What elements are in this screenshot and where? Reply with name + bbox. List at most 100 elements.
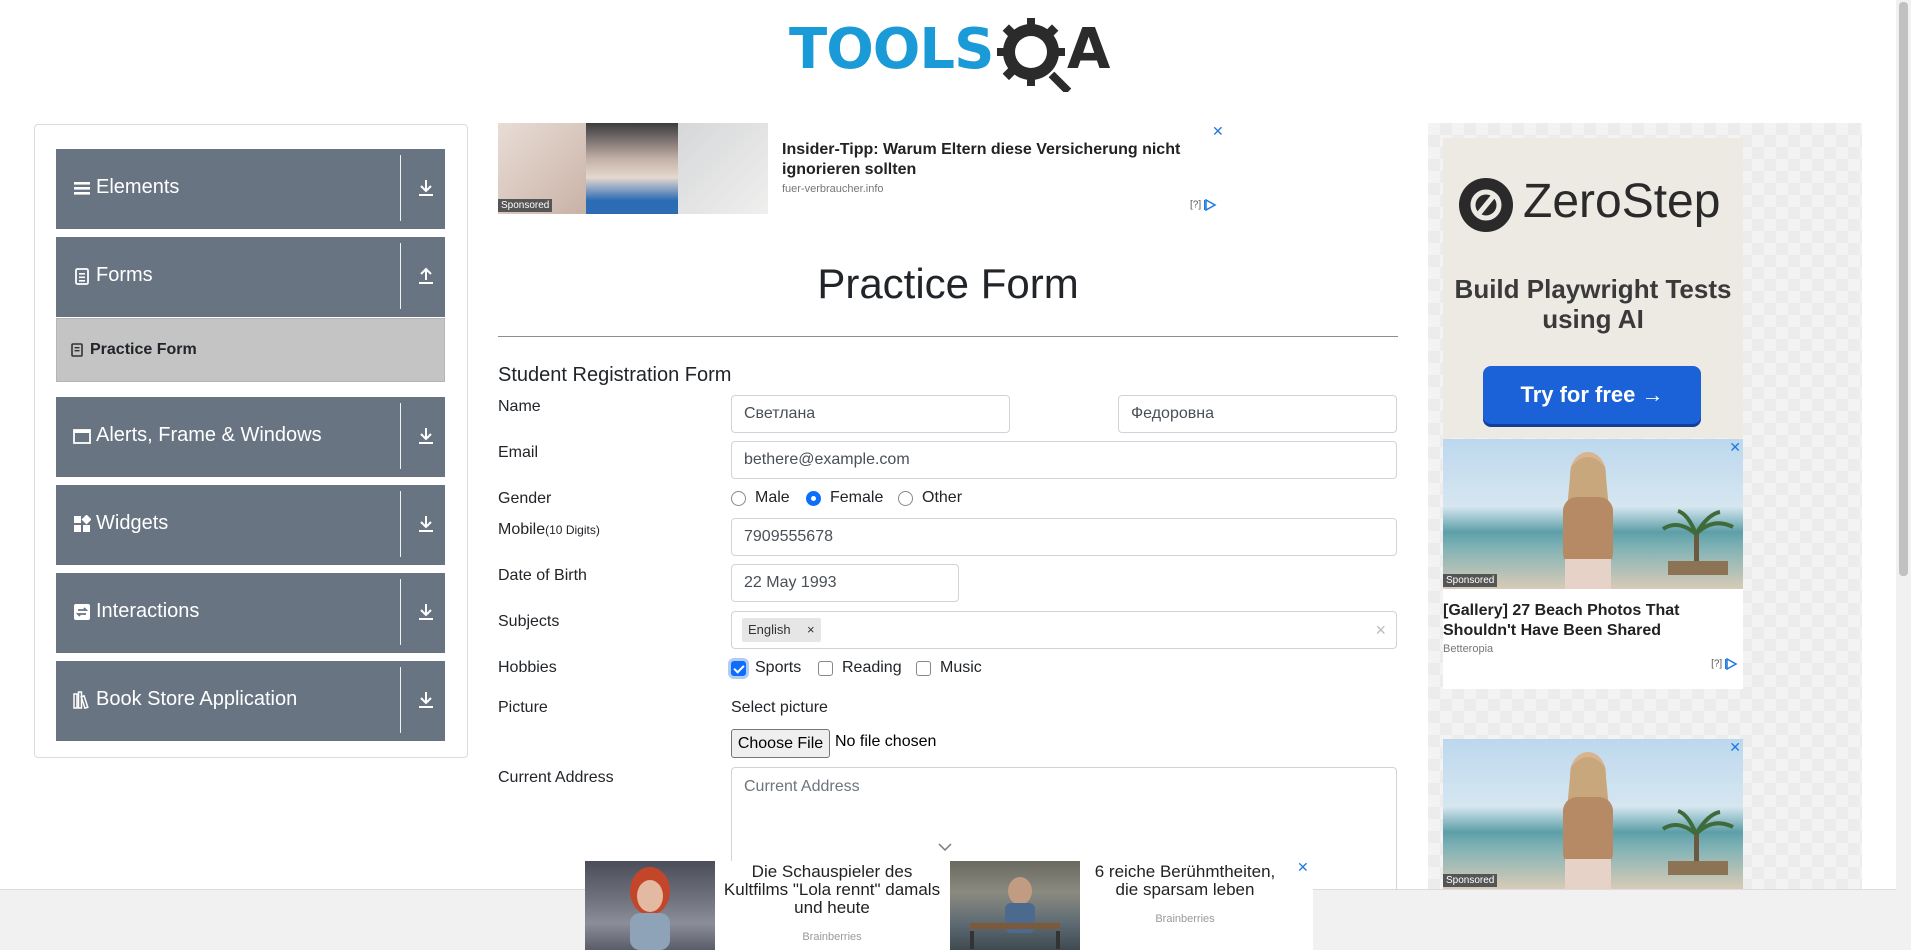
sidebar-group-elements[interactable]: Elements xyxy=(56,149,445,229)
download-icon[interactable] xyxy=(417,602,435,622)
divider xyxy=(400,491,401,557)
gender-label-male[interactable]: Male xyxy=(755,489,790,507)
select-picture-label: Select picture xyxy=(731,699,828,716)
ad-image-tile xyxy=(678,123,768,214)
divider xyxy=(400,155,401,221)
beach-ad-1[interactable]: Sponsored ✕ [Gallery] 27 Beach Photos Th… xyxy=(1443,439,1743,689)
hobby-checkbox-reading[interactable] xyxy=(818,661,833,676)
gender-label-female[interactable]: Female xyxy=(830,489,883,507)
email-label: Email xyxy=(498,444,539,461)
download-icon[interactable] xyxy=(417,178,435,198)
interactions-icon xyxy=(74,604,90,620)
ad-info[interactable]: [?] xyxy=(1711,657,1741,671)
subjects-input[interactable]: English × × xyxy=(731,611,1397,649)
divider xyxy=(400,403,401,469)
divider xyxy=(498,336,1398,337)
document-icon xyxy=(75,268,89,285)
email-input[interactable]: bethere@example.com xyxy=(731,441,1397,479)
download-icon[interactable] xyxy=(417,690,435,710)
chevron-down-icon xyxy=(938,843,952,852)
sidebar-group-book-store[interactable]: Book Store Application xyxy=(56,661,445,741)
scrollbar-thumb[interactable] xyxy=(1899,2,1908,576)
sidebar-item-practice-form[interactable]: Practice Form xyxy=(56,318,445,382)
hobby-label-music[interactable]: Music xyxy=(940,659,982,677)
zerostep-ad[interactable]: ZeroStep Build Playwright Tests using AI… xyxy=(1443,138,1743,438)
bottom-ad-image-2[interactable] xyxy=(950,861,1080,950)
ad-info[interactable]: [?] xyxy=(1190,198,1220,212)
gear-magnifier-icon xyxy=(997,18,1072,92)
sponsored-badge: Sponsored xyxy=(1443,574,1498,587)
form-heading: Student Registration Form xyxy=(498,364,732,386)
sidebar-group-label: Forms xyxy=(96,264,153,286)
remove-chip-icon[interactable]: × xyxy=(807,618,815,642)
dob-input[interactable]: 22 May 1993 xyxy=(731,564,959,602)
beach-ad-2[interactable]: Sponsored ✕ xyxy=(1443,739,1743,889)
bottom-ad-title-1[interactable]: Die Schauspieler des Kultfilms "Lola ren… xyxy=(722,863,942,917)
close-icon[interactable]: ✕ xyxy=(1297,859,1309,876)
close-icon[interactable]: ✕ xyxy=(1729,739,1741,756)
gender-label-other[interactable]: Other xyxy=(922,489,962,507)
subject-chip: English × xyxy=(742,618,821,642)
person-figure xyxy=(1563,452,1613,589)
bottom-ad-title-2[interactable]: 6 reiche Berühmtheiten, die sparsam lebe… xyxy=(1085,863,1285,899)
bottom-ad-image-1[interactable] xyxy=(585,861,715,950)
gender-radio-female[interactable] xyxy=(806,491,821,506)
window-icon xyxy=(73,429,91,444)
ad-title[interactable]: Insider-Tipp: Warum Eltern diese Versich… xyxy=(782,140,1202,180)
picture-label: Picture xyxy=(498,699,548,716)
sidebar-group-label: Alerts, Frame & Windows xyxy=(96,424,322,446)
beach-ad-image[interactable]: Sponsored ✕ xyxy=(1443,439,1743,589)
ad-image-tile xyxy=(586,123,678,214)
zerostep-logo-mark xyxy=(1470,189,1502,221)
name-label: Name xyxy=(498,398,541,415)
mobile-input[interactable]: 7909555678 xyxy=(731,518,1397,556)
no-file-text: No file chosen xyxy=(835,733,937,750)
sidebar-group-forms[interactable]: Forms xyxy=(56,237,445,317)
zerostep-tagline: Build Playwright Tests using AI xyxy=(1454,274,1732,334)
widgets-icon xyxy=(74,515,91,532)
hobby-label-reading[interactable]: Reading xyxy=(842,659,902,677)
bottom-ad[interactable]: Die Schauspieler des Kultfilms "Lola ren… xyxy=(585,859,1313,950)
mobile-label: Mobile(10 Digits) xyxy=(498,521,600,539)
last-name-input[interactable]: Федоровна xyxy=(1118,395,1397,433)
top-ad-banner[interactable]: Sponsored Insider-Tipp: Warum Eltern die… xyxy=(498,123,1226,214)
close-icon[interactable]: ✕ xyxy=(1212,123,1224,140)
hobby-checkbox-sports[interactable] xyxy=(731,661,746,676)
subject-chip-label: English xyxy=(748,622,791,637)
clear-icon[interactable]: × xyxy=(1375,620,1386,640)
menu-icon xyxy=(74,182,90,195)
sidebar-group-interactions[interactable]: Interactions xyxy=(56,573,445,653)
beach-ad-title[interactable]: [Gallery] 27 Beach Photos That Shouldn't… xyxy=(1443,601,1743,641)
try-for-free-button[interactable]: Try for free → xyxy=(1483,366,1701,424)
right-ad-column: ZeroStep Build Playwright Tests using AI… xyxy=(1428,123,1862,903)
sidebar-group-alerts[interactable]: Alerts, Frame & Windows xyxy=(56,397,445,477)
person-figure xyxy=(1563,752,1613,889)
divider xyxy=(400,667,401,733)
ad-domain: fuer-verbraucher.info xyxy=(782,183,884,195)
person-figure xyxy=(970,877,1060,949)
person-figure xyxy=(630,867,670,950)
hobby-label-sports[interactable]: Sports xyxy=(755,659,801,677)
hobby-checkbox-music[interactable] xyxy=(916,661,931,676)
first-name-input[interactable]: Светлана xyxy=(731,395,1010,433)
download-icon[interactable] xyxy=(417,426,435,446)
sponsored-badge: Sponsored xyxy=(1443,874,1498,887)
upload-icon[interactable] xyxy=(417,266,435,286)
page-title: Practice Form xyxy=(817,260,1079,307)
sidebar-group-widgets[interactable]: Widgets xyxy=(56,485,445,565)
page-scrollbar[interactable] xyxy=(1896,0,1911,950)
mobile-hint: (10 Digits) xyxy=(545,523,600,537)
choose-file-button[interactable]: Choose File xyxy=(731,729,830,758)
palm-tree-icon xyxy=(1661,509,1734,575)
download-icon[interactable] xyxy=(417,514,435,534)
close-icon[interactable]: ✕ xyxy=(1729,439,1741,456)
ad-info-label: [?] xyxy=(1711,658,1723,670)
gender-radio-male[interactable] xyxy=(731,491,746,506)
beach-ad-image[interactable]: Sponsored ✕ xyxy=(1443,739,1743,889)
sidebar-item-label: Practice Form xyxy=(90,341,197,358)
sidebar-group-label: Widgets xyxy=(96,512,169,534)
document-icon xyxy=(71,343,83,357)
toolsqa-logo[interactable]: TOOLS A xyxy=(789,16,1111,92)
gender-radio-other[interactable] xyxy=(898,491,913,506)
divider xyxy=(400,243,401,309)
